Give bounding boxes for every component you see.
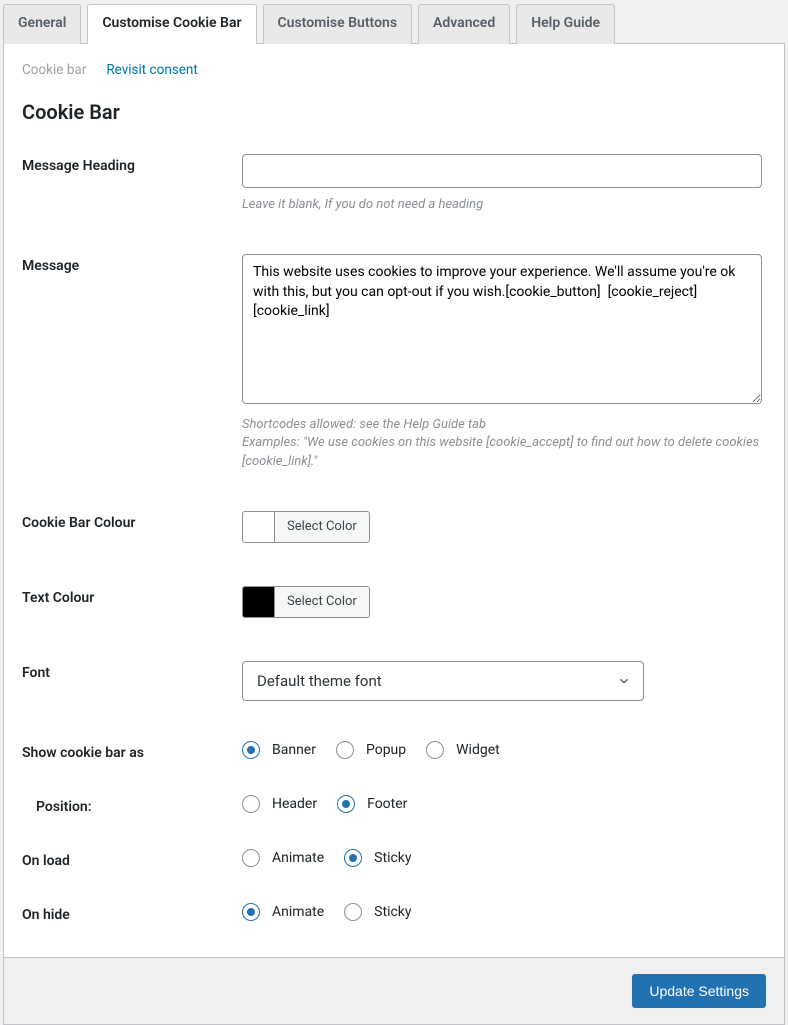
font-selected-value: Default theme font	[257, 672, 382, 690]
tab-customise-cookie-bar[interactable]: Customise Cookie Bar	[87, 4, 256, 44]
chevron-down-icon	[617, 674, 631, 688]
text-colour-picker[interactable]: Select Color	[242, 586, 370, 618]
radio-popup[interactable]	[336, 741, 354, 759]
position-label: Position:	[22, 795, 242, 815]
radio-header-label[interactable]: Header	[272, 796, 317, 812]
cookie-bar-colour-button-text: Select Color	[275, 512, 369, 542]
message-label: Message	[22, 254, 242, 274]
radio-onload-animate[interactable]	[242, 849, 260, 867]
radio-footer-label[interactable]: Footer	[367, 796, 407, 812]
main-tabs: General Customise Cookie Bar Customise B…	[0, 0, 788, 43]
message-textarea[interactable]	[242, 254, 762, 404]
text-colour-label: Text Colour	[22, 586, 242, 606]
text-colour-button-text: Select Color	[275, 587, 369, 617]
radio-widget-label[interactable]: Widget	[456, 742, 500, 758]
tab-general[interactable]: General	[3, 4, 81, 44]
message-heading-help: Leave it blank, If you do not need a hea…	[242, 196, 762, 214]
on-hide-label: On hide	[22, 903, 242, 923]
radio-footer[interactable]	[337, 795, 355, 813]
radio-onhide-animate-label[interactable]: Animate	[272, 904, 324, 920]
message-heading-label: Message Heading	[22, 154, 242, 174]
radio-onhide-sticky[interactable]	[344, 903, 362, 921]
message-heading-input[interactable]	[242, 154, 762, 188]
radio-popup-label[interactable]: Popup	[366, 742, 406, 758]
radio-onload-sticky[interactable]	[344, 849, 362, 867]
radio-header[interactable]	[242, 795, 260, 813]
radio-widget[interactable]	[426, 741, 444, 759]
subtab-cookie-bar[interactable]: Cookie bar	[22, 62, 86, 78]
radio-onhide-animate[interactable]	[242, 903, 260, 921]
section-title: Cookie Bar	[22, 100, 766, 124]
sub-tabs: Cookie bar Revisit consent	[22, 62, 766, 78]
cookie-bar-colour-swatch	[243, 512, 275, 542]
radio-banner-label[interactable]: Banner	[272, 742, 316, 758]
on-load-label: On load	[22, 849, 242, 869]
update-settings-button[interactable]: Update Settings	[632, 974, 766, 1008]
font-select[interactable]: Default theme font	[242, 661, 644, 701]
tab-customise-buttons[interactable]: Customise Buttons	[263, 4, 413, 44]
radio-onload-animate-label[interactable]: Animate	[272, 850, 324, 866]
tab-advanced[interactable]: Advanced	[418, 4, 510, 44]
settings-panel: Cookie bar Revisit consent Cookie Bar Me…	[3, 43, 785, 958]
font-label: Font	[22, 661, 242, 681]
cookie-bar-colour-label: Cookie Bar Colour	[22, 511, 242, 531]
footer-bar: Update Settings	[3, 958, 785, 1025]
cookie-bar-colour-picker[interactable]: Select Color	[242, 511, 370, 543]
radio-onhide-sticky-label[interactable]: Sticky	[374, 904, 411, 920]
subtab-revisit-consent[interactable]: Revisit consent	[106, 62, 197, 78]
radio-onload-sticky-label[interactable]: Sticky	[374, 850, 411, 866]
radio-banner[interactable]	[242, 741, 260, 759]
tab-help-guide[interactable]: Help Guide	[516, 4, 615, 44]
message-help: Shortcodes allowed: see the Help Guide t…	[242, 416, 762, 471]
show-as-label: Show cookie bar as	[22, 741, 242, 761]
text-colour-swatch	[243, 587, 275, 617]
